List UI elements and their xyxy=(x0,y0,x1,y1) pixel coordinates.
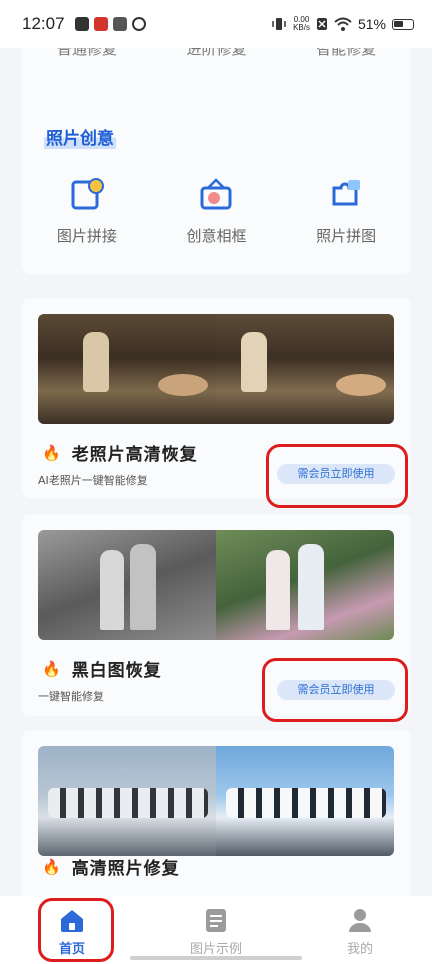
repair-options-row: 普通修复 进阶修复 智能修复 xyxy=(22,48,411,59)
bw-preview xyxy=(38,530,394,640)
photo-creative-card: 照片创意 图片拼接 创意相框 照片拼图 xyxy=(22,108,411,274)
wifi-icon xyxy=(334,17,352,31)
document-icon xyxy=(206,909,226,932)
net-speed: 0.00 KB/s xyxy=(293,16,310,32)
creative-items: 图片拼接 创意相框 照片拼图 xyxy=(22,176,411,246)
feature-title-text: 高清照片修复 xyxy=(71,859,180,879)
feature-subtitle: AI老照片一键智能修复 xyxy=(38,474,148,487)
fire-icon: 🔥 xyxy=(42,659,62,678)
photo-puzzle-button[interactable]: 照片拼图 xyxy=(286,176,406,246)
old-photo-preview xyxy=(38,314,394,424)
home-icon xyxy=(61,910,83,932)
bottom-nav: 首页 图片示例 我的 xyxy=(0,896,432,964)
sim-off-icon xyxy=(316,18,327,30)
leaf-app-icon xyxy=(131,17,146,31)
feature-title-text: 老照片高清恢复 xyxy=(71,445,198,465)
after-image xyxy=(216,530,394,640)
after-image xyxy=(216,314,394,424)
member-use-button[interactable]: 需会员立即使用 xyxy=(277,464,395,484)
nav-examples[interactable]: 图片示例 xyxy=(156,906,276,957)
before-image xyxy=(38,746,216,856)
feature-card-hd-repair[interactable]: 🔥 高清照片修复 xyxy=(22,730,411,896)
battery-percent: 51% xyxy=(357,16,386,32)
feature-title: 🔥 高清照片修复 xyxy=(42,854,180,880)
nav-mine[interactable]: 我的 xyxy=(300,906,420,957)
battery-icon xyxy=(392,18,414,30)
photo-frame-icon xyxy=(200,178,232,210)
feature-subtitle: 一键智能修复 xyxy=(38,690,104,703)
nav-mine-label: 我的 xyxy=(346,942,373,957)
play-app-icon xyxy=(74,17,89,31)
photo-puzzle-label: 照片拼图 xyxy=(316,227,377,245)
person-icon xyxy=(349,909,371,932)
fire-icon: 🔥 xyxy=(42,443,62,462)
image-splice-icon xyxy=(71,178,104,210)
feature-card-bw-restore[interactable]: 🔥 黑白图恢复 一键智能修复 需会员立即使用 xyxy=(22,514,411,716)
feature-title: 🔥 老照片高清恢复 xyxy=(42,440,198,466)
vibrate-icon xyxy=(272,18,286,30)
normal-repair-option[interactable]: 普通修复 xyxy=(27,48,147,59)
tv-app-icon xyxy=(112,17,127,31)
hd-preview xyxy=(38,746,394,856)
net-speed-unit: KB/s xyxy=(293,23,310,32)
photo-frame-button[interactable]: 创意相框 xyxy=(156,176,276,246)
section-title: 照片创意 xyxy=(44,124,116,149)
nav-home-label: 首页 xyxy=(58,942,85,957)
image-splice-button[interactable]: 图片拼接 xyxy=(27,176,147,246)
main-content[interactable]: 普通修复 进阶修复 智能修复 照片创意 图片拼接 创意相框 照片拼图 🔥 老照片… xyxy=(0,48,432,896)
before-image xyxy=(38,314,216,424)
before-image xyxy=(38,530,216,640)
advanced-repair-option[interactable]: 进阶修复 xyxy=(156,48,276,59)
home-indicator xyxy=(130,956,302,960)
member-use-button[interactable]: 需会员立即使用 xyxy=(277,680,395,700)
feature-title: 🔥 黑白图恢复 xyxy=(42,656,162,682)
status-bar: 12:07 0.00 KB/s 51% xyxy=(0,0,432,48)
status-right: 0.00 KB/s 51% xyxy=(271,16,414,32)
smart-repair-option[interactable]: 智能修复 xyxy=(286,48,406,59)
status-time: 12:07 xyxy=(22,14,65,33)
fire-icon: 🔥 xyxy=(42,857,62,876)
news-app-icon xyxy=(93,17,108,31)
feature-card-old-photo[interactable]: 🔥 老照片高清恢复 AI老照片一键智能修复 需会员立即使用 xyxy=(22,298,411,498)
photo-frame-label: 创意相框 xyxy=(186,227,247,245)
nav-examples-label: 图片示例 xyxy=(189,942,242,957)
image-splice-label: 图片拼接 xyxy=(56,227,117,245)
nav-home[interactable]: 首页 xyxy=(12,906,132,957)
after-image xyxy=(216,746,394,856)
feature-title-text: 黑白图恢复 xyxy=(71,661,162,681)
notification-icons xyxy=(74,17,146,31)
puzzle-icon xyxy=(332,180,361,206)
